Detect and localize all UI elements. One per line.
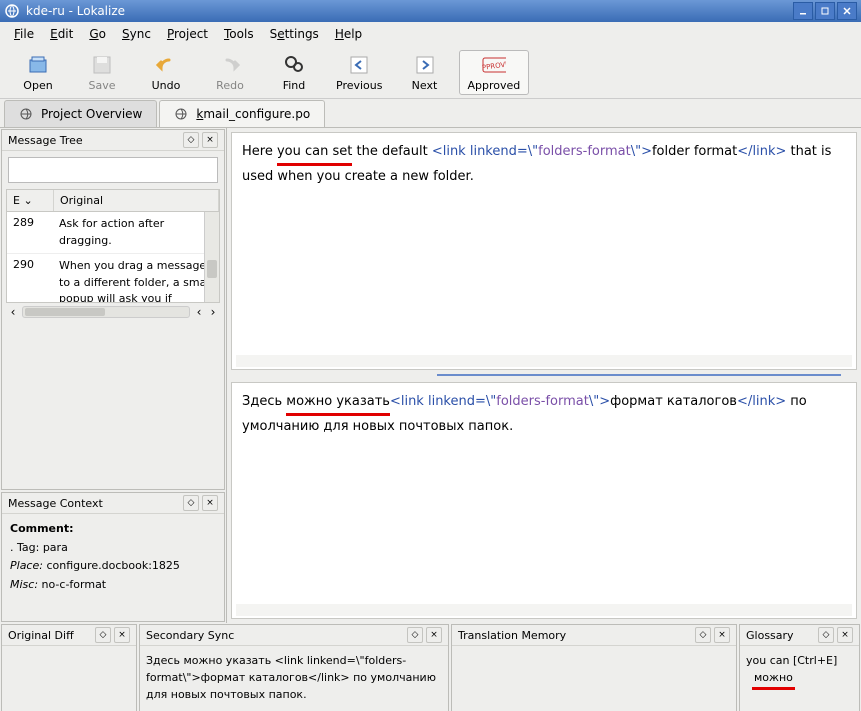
- context-body: Comment: . Tag: para Place: configure.do…: [2, 514, 224, 601]
- save-button[interactable]: Save: [72, 51, 132, 94]
- tab-bar: Project Overview kmail_configure.po: [0, 99, 861, 127]
- undo-button[interactable]: Undo: [136, 51, 196, 94]
- separator: [437, 374, 841, 376]
- chevron-down-icon: ⌄: [23, 194, 32, 207]
- dock-header[interactable]: Glossary ◇ ×: [740, 625, 859, 646]
- tab-project-overview[interactable]: Project Overview: [4, 100, 157, 127]
- dock-close-icon[interactable]: ×: [114, 627, 130, 643]
- previous-button[interactable]: Previous: [328, 51, 391, 94]
- approved-toggle[interactable]: APPROVEDApproved: [459, 50, 530, 95]
- dock-close-icon[interactable]: ×: [714, 627, 730, 643]
- find-icon: [282, 53, 306, 77]
- minimize-button[interactable]: [793, 2, 813, 20]
- original-diff-dock: Original Diff ◇ ×: [1, 624, 137, 711]
- redo-button[interactable]: Redo: [200, 51, 260, 94]
- globe-icon: [19, 107, 33, 121]
- bottom-docks: Original Diff ◇ × Secondary Sync ◇ × Зде…: [0, 623, 861, 711]
- chevron-left-icon[interactable]: ‹: [6, 305, 20, 319]
- menu-tools[interactable]: Tools: [216, 24, 262, 44]
- menu-edit[interactable]: Edit: [42, 24, 81, 44]
- message-tree-dock: Message Tree ◇ × E ⌄ Original 289 Ask fo…: [1, 129, 225, 490]
- dock-header[interactable]: Message Context ◇ ×: [2, 493, 224, 514]
- tab-label: Project Overview: [41, 107, 142, 121]
- menu-go[interactable]: Go: [81, 24, 114, 44]
- message-context-dock: Message Context ◇ × Comment: . Tag: para…: [1, 492, 225, 622]
- chevron-left-icon[interactable]: ‹: [192, 305, 206, 319]
- chevron-right-icon[interactable]: ›: [206, 305, 220, 319]
- scrollbar-horizontal[interactable]: [236, 355, 852, 367]
- dock-header[interactable]: Original Diff ◇ ×: [2, 625, 136, 646]
- glossary-entry[interactable]: you can [Ctrl+E] можно: [746, 652, 853, 690]
- dock-detach-icon[interactable]: ◇: [818, 627, 834, 643]
- toolbar: Open Save Undo Redo Find Previous Next A…: [0, 46, 861, 99]
- svg-text:APPROVED: APPROVED: [482, 59, 506, 72]
- dock-close-icon[interactable]: ×: [426, 627, 442, 643]
- dock-body: you can [Ctrl+E] можно set [Ctrl+H] указ…: [740, 646, 859, 711]
- table-header: E ⌄ Original: [7, 190, 219, 212]
- dock-close-icon[interactable]: ×: [837, 627, 853, 643]
- target-text[interactable]: Здесь можно указать <link linkend=\"fold…: [231, 382, 857, 620]
- save-icon: [90, 53, 114, 77]
- menu-project[interactable]: Project: [159, 24, 216, 44]
- next-icon: [413, 53, 437, 77]
- dock-body: Здесь можно указать <link linkend=\"fold…: [140, 646, 448, 709]
- undo-icon: [154, 53, 178, 77]
- close-button[interactable]: [837, 2, 857, 20]
- secondary-sync-dock: Secondary Sync ◇ × Здесь можно указать <…: [139, 624, 449, 711]
- dock-body: [2, 646, 136, 658]
- left-column: Message Tree ◇ × E ⌄ Original 289 Ask fo…: [0, 128, 227, 623]
- table-row[interactable]: 290 When you drag a message to a differe…: [7, 254, 219, 303]
- dock-close-icon[interactable]: ×: [202, 495, 218, 511]
- translation-memory-dock: Translation Memory ◇ ×: [451, 624, 737, 711]
- open-icon: [26, 53, 50, 77]
- dock-detach-icon[interactable]: ◇: [183, 495, 199, 511]
- source-text: Here you can set the default <link linke…: [231, 132, 857, 370]
- scrollbar-horizontal[interactable]: [236, 604, 852, 616]
- dock-body: [452, 646, 736, 658]
- menu-settings[interactable]: Settings: [262, 24, 327, 44]
- dock-detach-icon[interactable]: ◇: [183, 132, 199, 148]
- dock-header[interactable]: Secondary Sync ◇ ×: [140, 625, 448, 646]
- app-icon: [4, 3, 20, 19]
- menubar: File Edit Go Sync Project Tools Settings…: [0, 22, 861, 46]
- open-button[interactable]: Open: [8, 51, 68, 94]
- scrollbar-horizontal[interactable]: ‹ ‹ ›: [6, 305, 220, 319]
- dock-detach-icon[interactable]: ◇: [695, 627, 711, 643]
- col-entry[interactable]: E ⌄: [7, 190, 54, 211]
- message-table[interactable]: E ⌄ Original 289 Ask for action after dr…: [6, 189, 220, 303]
- globe-icon: [174, 107, 188, 121]
- next-button[interactable]: Next: [395, 51, 455, 94]
- dock-header[interactable]: Message Tree ◇ ×: [2, 130, 224, 151]
- glossary-dock: Glossary ◇ × you can [Ctrl+E] можно set …: [739, 624, 860, 711]
- maximize-button[interactable]: [815, 2, 835, 20]
- approved-icon: APPROVED: [482, 53, 506, 77]
- menu-help[interactable]: Help: [327, 24, 370, 44]
- window-title: kde-ru - Lokalize: [26, 4, 791, 18]
- menu-sync[interactable]: Sync: [114, 24, 159, 44]
- workarea: Message Tree ◇ × E ⌄ Original 289 Ask fo…: [0, 127, 861, 623]
- table-row[interactable]: 289 Ask for action after dragging.: [7, 212, 219, 254]
- right-column: Here you can set the default <link linke…: [227, 128, 861, 623]
- dock-detach-icon[interactable]: ◇: [95, 627, 111, 643]
- tab-file[interactable]: kmail_configure.po: [159, 100, 325, 127]
- redo-icon: [218, 53, 242, 77]
- previous-icon: [347, 53, 371, 77]
- tab-label: kmail_configure.po: [196, 107, 310, 121]
- dock-header[interactable]: Translation Memory ◇ ×: [452, 625, 736, 646]
- scrollbar-vertical[interactable]: [204, 212, 219, 302]
- dock-detach-icon[interactable]: ◇: [407, 627, 423, 643]
- menu-file[interactable]: File: [6, 24, 42, 44]
- find-button[interactable]: Find: [264, 51, 324, 94]
- titlebar: kde-ru - Lokalize: [0, 0, 861, 22]
- col-original[interactable]: Original: [54, 190, 219, 211]
- search-input[interactable]: [8, 157, 218, 183]
- dock-close-icon[interactable]: ×: [202, 132, 218, 148]
